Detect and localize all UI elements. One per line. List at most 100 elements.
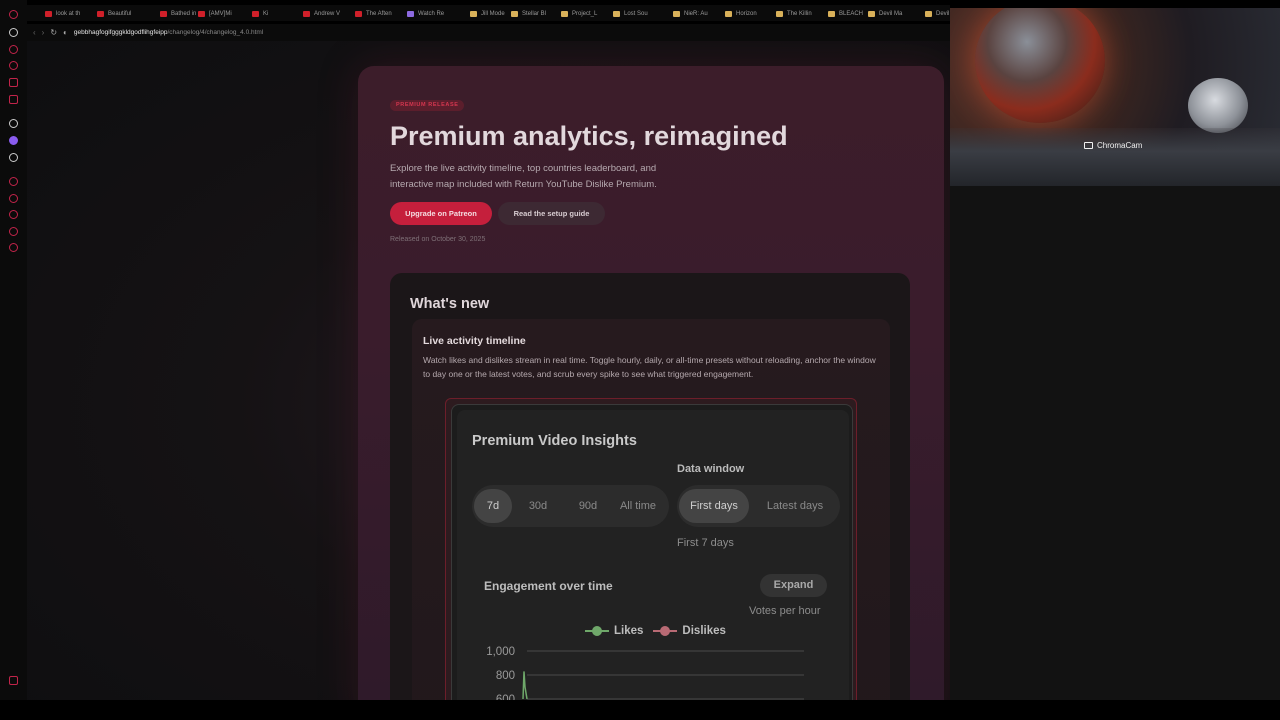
feature-screenshot: Premium Video Insights Data window 7d 30… <box>445 398 857 700</box>
legend-dislikes-label: Dislikes <box>682 625 726 637</box>
taskbar <box>0 700 1280 720</box>
messenger-icon[interactable] <box>9 78 18 87</box>
tab-label: Watch Re <box>418 10 445 17</box>
webcam-overlay: ChromaCam <box>950 8 1280 186</box>
legend-likes-label: Likes <box>614 625 644 637</box>
tab-label: Stellar Bl <box>522 10 547 17</box>
browser-tab[interactable]: Devil <box>925 8 949 19</box>
browser-tab[interactable]: Jill Mode <box>470 8 505 19</box>
range-90d[interactable]: 90d <box>568 489 608 523</box>
release-badge: PREMIUM RELEASE <box>390 100 465 111</box>
notification-icon[interactable] <box>9 61 18 70</box>
dislikes-swatch-icon <box>653 626 678 636</box>
insights-title: Premium Video Insights <box>472 433 637 449</box>
hero-description: Explore the live activity timeline, top … <box>390 163 657 190</box>
tab-label: Beautiful <box>108 10 132 17</box>
browser-tab[interactable]: [AMV]Mi <box>198 8 232 19</box>
downloads-icon[interactable] <box>9 210 18 219</box>
feature-card: Live activity timeline Watch likes and d… <box>412 319 890 700</box>
refresh-icon[interactable] <box>9 28 18 37</box>
tab-bar: look at th Beautiful Bathed in [AMV]Mi Ki And… <box>27 5 950 21</box>
release-date: Released on October 30, 2025 <box>390 236 486 243</box>
range-all-time[interactable]: All time <box>618 489 658 523</box>
browser-sidebar <box>0 0 27 700</box>
browser-tab[interactable]: Stellar Bl <box>511 8 546 19</box>
engagement-chart: 1,000800600 <box>486 646 804 700</box>
range-30d[interactable]: 30d <box>518 489 558 523</box>
reload-icon[interactable]: ↻ <box>50 28 57 37</box>
browser-tab[interactable]: Beautiful <box>97 8 131 19</box>
tab-label: The Killin <box>787 10 812 17</box>
more-icon[interactable] <box>9 676 18 685</box>
tab-favicon-icon <box>613 10 620 17</box>
premium-release-card: PREMIUM RELEASE Premium analytics, reima… <box>358 66 944 700</box>
back-icon[interactable]: ‹ <box>33 28 36 37</box>
tab-favicon-icon <box>198 10 205 17</box>
url-host: gebbhagfogifgggkldgodflihgfeipp <box>73 29 168 36</box>
history-icon[interactable] <box>9 45 18 54</box>
tab-favicon-icon <box>561 10 568 17</box>
y-tick-label: 800 <box>496 670 515 682</box>
insights-panel-inner: Premium Video Insights Data window 7d 30… <box>457 410 849 700</box>
tab-label: Devil Ma <box>879 10 903 17</box>
browser-tab[interactable]: Devil Ma <box>868 8 902 19</box>
tab-label: NieR: Au <box>684 10 708 17</box>
camera-icon <box>1084 142 1093 149</box>
tab-label: Project_L <box>572 10 598 17</box>
browser-tab[interactable]: Horizon <box>725 8 757 19</box>
setup-guide-button[interactable]: Read the setup guide <box>498 202 605 225</box>
url-text[interactable]: gebbhagfogifgggkldgodflihgfeipp/changelo… <box>68 29 263 36</box>
browser-tab[interactable]: The Aften <box>355 8 392 19</box>
browser-tab[interactable]: Andrew V <box>303 8 340 19</box>
vpn-icon[interactable] <box>9 119 18 128</box>
legend-dislikes[interactable]: Dislikes <box>653 625 726 637</box>
tab-favicon-icon <box>511 10 518 17</box>
expand-button[interactable]: Expand <box>760 574 827 597</box>
tab-label: Lost Sou <box>624 10 648 17</box>
tab-favicon-icon <box>160 10 167 17</box>
tab-label: Ki <box>263 10 269 17</box>
feature-title: Live activity timeline <box>423 335 526 347</box>
tab-label: Jill Mode <box>481 10 505 17</box>
landscape-image <box>950 128 1280 186</box>
address-bar[interactable]: ‹ › ↻ ◐ gebbhagfogifgggkldgodflihgfeipp /… <box>27 24 950 41</box>
settings-icon[interactable] <box>9 243 18 252</box>
browser-tab[interactable]: look at th <box>45 8 80 19</box>
browser-tab[interactable]: Project_L <box>561 8 597 19</box>
x-twitter-icon[interactable] <box>9 153 18 162</box>
clock-icon[interactable] <box>9 177 18 186</box>
player-icon[interactable] <box>9 194 18 203</box>
upgrade-patreon-button[interactable]: Upgrade on Patreon <box>390 202 492 225</box>
tab-label: [AMV]Mi <box>209 10 232 17</box>
forward-icon[interactable]: › <box>42 28 45 37</box>
tab-favicon-icon <box>725 10 732 17</box>
browser-tab[interactable]: BLEACH <box>828 8 863 19</box>
browser-tab[interactable]: Bathed in <box>160 8 196 19</box>
browser-tab[interactable]: The Killin <box>776 8 812 19</box>
anchor-latest-days[interactable]: Latest days <box>759 489 831 523</box>
range-selector: 7d 30d 90d All time <box>472 485 669 527</box>
likes-series-line <box>522 671 528 700</box>
twitch-icon[interactable] <box>9 136 18 145</box>
browser-tab[interactable]: NieR: Au <box>673 8 708 19</box>
range-7d[interactable]: 7d <box>474 489 512 523</box>
current-window-text: First 7 days <box>677 537 734 549</box>
feature-description: Watch likes and dislikes stream in real … <box>423 355 876 379</box>
camera-label: ChromaCam <box>1084 141 1142 150</box>
opera-logo-icon[interactable] <box>9 10 18 19</box>
browser-tab[interactable]: Ki <box>252 8 268 19</box>
right-panel <box>950 186 1280 700</box>
anchor-selector: First days Latest days <box>677 485 840 527</box>
browser-tab[interactable]: Watch Re <box>407 8 444 19</box>
extensions-icon[interactable] <box>9 227 18 236</box>
tab-favicon-icon <box>252 10 259 17</box>
tab-favicon-icon <box>355 10 362 17</box>
anchor-first-days[interactable]: First days <box>679 489 749 523</box>
tab-favicon-icon <box>776 10 783 17</box>
tab-label: Horizon <box>736 10 757 17</box>
tab-favicon-icon <box>925 10 932 17</box>
browser-tab[interactable]: Lost Sou <box>613 8 648 19</box>
tab-favicon-icon <box>673 10 680 17</box>
legend-likes[interactable]: Likes <box>585 625 643 637</box>
bookmark-icon[interactable] <box>9 95 18 104</box>
